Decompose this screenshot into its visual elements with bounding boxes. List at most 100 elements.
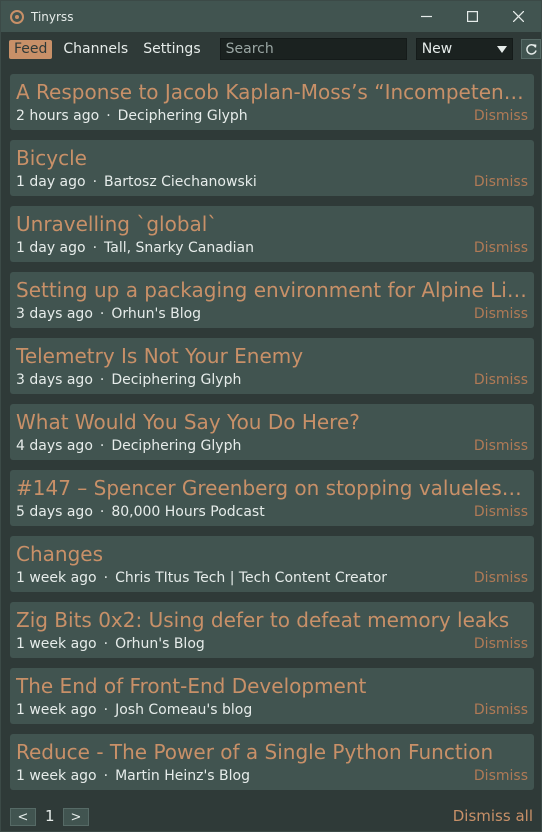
item-title-link[interactable]: Bicycle (16, 143, 528, 173)
close-button[interactable] (495, 1, 541, 32)
dismiss-button[interactable]: Dismiss (474, 502, 528, 522)
dismiss-button[interactable]: Dismiss (474, 304, 528, 324)
separator-dot: · (99, 372, 105, 388)
dismiss-button[interactable]: Dismiss (474, 172, 528, 192)
dismiss-button[interactable]: Dismiss (474, 436, 528, 456)
dismiss-button[interactable]: Dismiss (474, 370, 528, 390)
close-icon (512, 11, 524, 22)
item-source: Tall, Snarky Canadian (104, 240, 255, 256)
item-title-link[interactable]: Telemetry Is Not Your Enemy (16, 341, 528, 371)
item-age: 1 week ago (16, 636, 97, 652)
item-age: 1 day ago (16, 174, 86, 190)
list-item[interactable]: A Response to Jacob Kaplan-Moss’s “Incom… (10, 74, 534, 130)
list-item[interactable]: Telemetry Is Not Your Enemy 3 days ago · De… (10, 338, 534, 394)
item-age: 3 days ago (16, 372, 93, 388)
item-age: 5 days ago (16, 504, 93, 520)
dismiss-button[interactable]: Dismiss (474, 766, 528, 786)
page-number: 1 (45, 807, 55, 825)
item-meta: 2 hours ago · Deciphering Glyph (16, 106, 436, 126)
item-age: 1 week ago (16, 570, 97, 586)
item-source: Deciphering Glyph (117, 108, 248, 124)
item-source: Chris TItus Tech | Tech Content Creator (115, 570, 388, 586)
item-meta: 1 week ago · Orhun's Blog (16, 634, 436, 654)
item-source: Orhun's Blog (111, 306, 202, 322)
separator-dot: · (92, 240, 98, 256)
sort-select[interactable]: New (415, 38, 514, 60)
app-logo-icon (10, 9, 24, 24)
item-title-link[interactable]: What Would You Say You Do Here? (16, 407, 528, 437)
item-title-link[interactable]: Changes (16, 539, 528, 569)
separator-dot: · (106, 108, 111, 124)
minimize-icon (420, 15, 432, 18)
item-meta: 1 week ago · Josh Comeau's blog (16, 700, 436, 720)
item-meta: 3 days ago · Orhun's Blog (16, 304, 436, 324)
title-bar[interactable]: Tinyrss (1, 1, 541, 32)
item-source: 80,000 Hours Podcast (111, 504, 265, 520)
item-source: Bartosz Ciechanowski (104, 174, 257, 190)
app-window: Tinyrss Feed Channels Settings New (0, 0, 542, 832)
item-source: Deciphering Glyph (111, 438, 242, 454)
feed-list: A Response to Jacob Kaplan-Moss’s “Incom… (10, 74, 534, 794)
separator-dot: · (103, 702, 109, 718)
tab-channels[interactable]: Channels (58, 40, 133, 59)
search-input[interactable] (219, 38, 407, 60)
list-item[interactable]: #147 – Spencer Greenberg on stopping val… (10, 470, 534, 526)
list-item[interactable]: What Would You Say You Do Here? 4 days ag… (10, 404, 534, 460)
tab-feed[interactable]: Feed (9, 39, 53, 59)
item-source: Martin Heinz's Blog (115, 768, 250, 784)
list-item[interactable]: Unravelling `global` 1 day ago · Tall, Snar… (10, 206, 534, 262)
item-age: 3 days ago (16, 306, 93, 322)
item-meta: 1 week ago · Martin Heinz's Blog (16, 766, 436, 786)
separator-dot: · (99, 438, 105, 454)
tab-settings[interactable]: Settings (138, 40, 205, 59)
list-item[interactable]: Setting up a packaging environment for A… (10, 272, 534, 328)
sort-select-value: New (421, 41, 453, 57)
separator-dot: · (103, 636, 109, 652)
item-meta: 4 days ago · Deciphering Glyph (16, 436, 436, 456)
refresh-button[interactable] (521, 39, 541, 59)
item-meta: 1 week ago · Chris TItus Tech | Tech Conte… (16, 568, 436, 588)
item-age: 4 days ago (16, 438, 93, 454)
item-age: 2 hours ago (16, 108, 100, 124)
item-age: 1 week ago (16, 768, 97, 784)
separator-dot: · (103, 768, 109, 784)
minimize-button[interactable] (403, 1, 449, 32)
item-title-link[interactable]: The End of Front-End Development (16, 671, 528, 701)
item-age: 1 week ago (16, 702, 97, 718)
item-title-link[interactable]: A Response to Jacob Kaplan-Moss’s “Incom… (16, 77, 528, 107)
list-item[interactable]: Reduce - The Power of a Single Python Fu… (10, 734, 534, 790)
list-item[interactable]: Bicycle 1 day ago · Bartosz Ciechanowski Dis… (10, 140, 534, 196)
prev-page-button[interactable]: < (10, 808, 36, 826)
item-title-link[interactable]: Reduce - The Power of a Single Python Fu… (16, 737, 528, 767)
dismiss-button[interactable]: Dismiss (474, 568, 528, 588)
item-meta: 1 day ago · Tall, Snarky Canadian (16, 238, 436, 258)
item-age: 1 day ago (16, 240, 86, 256)
list-item[interactable]: The End of Front-End Development 1 week a… (10, 668, 534, 724)
maximize-button[interactable] (449, 1, 495, 32)
pagination-footer: < 1 > Dismiss all (1, 801, 541, 831)
window-controls (403, 1, 541, 32)
dismiss-button[interactable]: Dismiss (474, 106, 528, 126)
item-source: Deciphering Glyph (111, 372, 242, 388)
item-source: Josh Comeau's blog (115, 702, 253, 718)
list-item[interactable]: Zig Bits 0x2: Using defer to defeat memo… (10, 602, 534, 658)
item-title-link[interactable]: Setting up a packaging environment for A… (16, 275, 528, 305)
item-meta: 1 day ago · Bartosz Ciechanowski (16, 172, 436, 192)
separator-dot: · (99, 504, 105, 520)
item-meta: 5 days ago · 80,000 Hours Podcast (16, 502, 436, 522)
item-title-link[interactable]: Unravelling `global` (16, 209, 528, 239)
dismiss-button[interactable]: Dismiss (474, 700, 528, 720)
refresh-icon (525, 43, 537, 55)
dismiss-button[interactable]: Dismiss (474, 634, 528, 654)
dismiss-all-button[interactable]: Dismiss all (453, 807, 533, 825)
separator-dot: · (92, 174, 98, 190)
maximize-icon (466, 11, 478, 22)
chevron-down-icon (497, 45, 508, 53)
toolbar: Feed Channels Settings New (1, 32, 541, 66)
item-title-link[interactable]: #147 – Spencer Greenberg on stopping val… (16, 473, 528, 503)
next-page-button[interactable]: > (63, 808, 89, 826)
dismiss-button[interactable]: Dismiss (474, 238, 528, 258)
item-meta: 3 days ago · Deciphering Glyph (16, 370, 436, 390)
list-item[interactable]: Changes 1 week ago · Chris TItus Tech | Tec… (10, 536, 534, 592)
item-title-link[interactable]: Zig Bits 0x2: Using defer to defeat memo… (16, 605, 528, 635)
